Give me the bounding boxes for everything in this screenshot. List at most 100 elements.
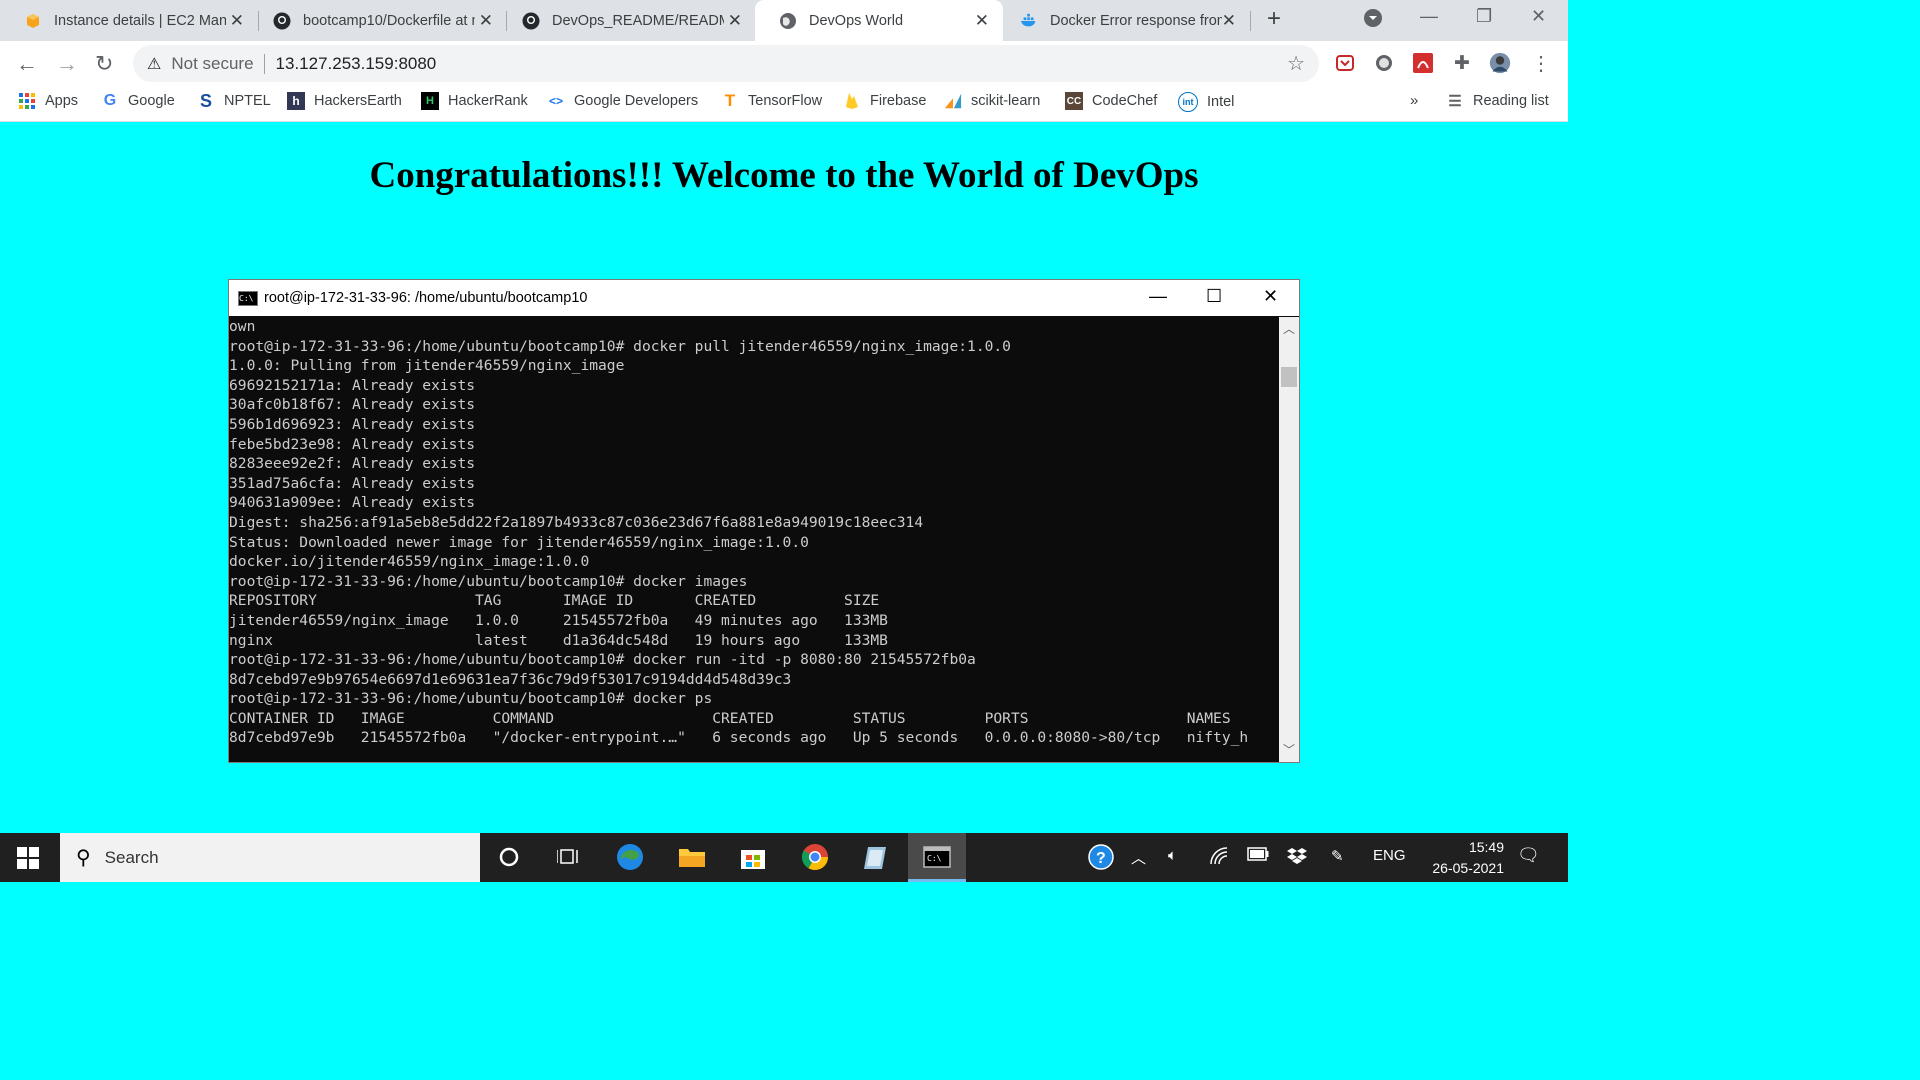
bookmark-hackerrank[interactable]: H HackerRank <box>421 92 528 110</box>
docker-icon <box>1020 12 1038 30</box>
codechef-icon: CC <box>1065 92 1083 110</box>
address-bar[interactable]: ⚠ Not secure 13.127.253.159:8080 ☆ <box>133 45 1319 82</box>
notes-app-icon[interactable] <box>859 840 893 874</box>
tab-devops-readme[interactable]: DevOps_README/README.md ✕ <box>498 0 756 41</box>
close-icon[interactable]: ✕ <box>1222 11 1236 31</box>
svg-text:C:\: C:\ <box>927 854 942 863</box>
bookmark-tensorflow[interactable]: T TensorFlow <box>721 91 822 110</box>
file-explorer-icon[interactable] <box>675 840 709 874</box>
command-prompt-icon[interactable]: C:\ <box>920 840 954 874</box>
hackerearth-icon: h <box>287 92 305 110</box>
bookmarks-overflow-button[interactable]: » <box>1410 92 1418 109</box>
start-windows-icon[interactable] <box>17 847 39 869</box>
reading-list-button[interactable]: ☰ Reading list <box>1446 92 1549 110</box>
terminal-line: 351ad75a6cfa: Already exists <box>229 474 476 492</box>
terminal-maximize-button[interactable]: ☐ <box>1206 286 1222 307</box>
microsoft-store-icon[interactable] <box>736 840 770 874</box>
bookmark-label: Google Developers <box>574 93 699 109</box>
terminal-close-button[interactable]: ✕ <box>1263 286 1278 307</box>
wifi-icon[interactable] <box>1209 847 1229 869</box>
tab-bootcamp10-dockerfile[interactable]: bootcamp10/Dockerfile at main ✕ <box>249 0 507 41</box>
bookmark-label: HackersEarth <box>314 93 402 109</box>
scroll-down-arrow-icon[interactable]: ﹀ <box>1283 741 1295 758</box>
security-status[interactable]: Not secure <box>171 54 253 74</box>
bookmark-hackersearth[interactable]: h HackersEarth <box>287 92 402 110</box>
close-window-button[interactable]: ✕ <box>1531 6 1546 27</box>
menu-kebab-icon[interactable]: ⋮ <box>1530 52 1552 75</box>
scroll-up-arrow-icon[interactable]: ︿ <box>1283 320 1295 337</box>
url-text[interactable]: 13.127.253.159:8080 <box>276 54 437 74</box>
terminal-line: 8d7cebd97e9b 21545572fb0a "/docker-entry… <box>229 729 1249 747</box>
address-divider <box>263 53 265 74</box>
taskbar-search-box[interactable]: ⚲ Search <box>60 833 480 882</box>
volume-icon[interactable]: 🔈︎ <box>1168 847 1177 864</box>
dropbox-icon[interactable] <box>1287 847 1307 869</box>
tab-divider <box>1250 11 1251 31</box>
close-icon[interactable]: ✕ <box>479 11 493 31</box>
svg-text:?: ? <box>1096 850 1106 867</box>
terminal-output[interactable]: own root@ip-172-31-33-96:/home/ubuntu/boo… <box>229 317 1279 762</box>
apps-grid-icon <box>18 92 36 110</box>
bookmark-label: scikit-learn <box>971 93 1041 109</box>
forward-arrow-icon[interactable]: → <box>56 51 78 77</box>
warning-triangle-icon[interactable]: ⚠ <box>147 54 161 74</box>
battery-icon[interactable] <box>1247 847 1269 865</box>
close-icon[interactable]: ✕ <box>230 11 244 31</box>
terminal-line: 8d7cebd97e9b97654e6697d1e69631ea7f36c79d… <box>229 670 792 688</box>
bookmark-firebase[interactable]: Firebase <box>843 92 926 110</box>
restore-window-button[interactable]: ❐ <box>1476 6 1492 27</box>
close-icon[interactable]: ✕ <box>728 11 742 31</box>
close-icon[interactable]: ✕ <box>975 11 989 31</box>
reload-icon[interactable]: ↻ <box>95 51 113 77</box>
show-hidden-icons-chevron-icon[interactable]: ︿ <box>1131 847 1146 868</box>
terminal-minimize-button[interactable]: — <box>1149 286 1167 307</box>
bookmark-nptel[interactable]: S NPTEL <box>197 91 271 111</box>
bookmark-label: CodeChef <box>1092 93 1158 109</box>
terminal-line: own <box>229 318 256 335</box>
minimize-window-button[interactable]: — <box>1420 6 1438 27</box>
terminal-icon: C:\ <box>238 290 258 306</box>
system-clock[interactable]: 15:49 26-05-2021 <box>1408 837 1504 879</box>
terminal-title-bar[interactable]: C:\ root@ip-172-31-33-96: /home/ubuntu/b… <box>229 280 1299 316</box>
terminal-line: Status: Downloaded newer image for jiten… <box>229 533 809 551</box>
terminal-line: 1.0.0: Pulling from jitender46559/nginx_… <box>229 357 625 375</box>
bookmark-scikit-learn[interactable]: scikit-learn <box>944 92 1040 110</box>
cortana-circle-icon[interactable] <box>492 840 526 874</box>
terminal-scrollbar[interactable]: ︿ ﹀ <box>1279 317 1299 762</box>
terminal-line: CONTAINER ID IMAGE COMMAND CREATED STATU… <box>229 709 1231 727</box>
bookmark-intel[interactable]: int Intel <box>1178 92 1234 112</box>
terminal-line: root@ip-172-31-33-96:/home/ubuntu/bootca… <box>229 690 713 708</box>
new-tab-button[interactable]: + <box>1267 5 1281 33</box>
avatar[interactable] <box>1489 52 1511 74</box>
help-icon[interactable]: ? <box>1088 844 1114 874</box>
extension-circle-icon[interactable] <box>1373 52 1395 74</box>
terminal-window[interactable]: C:\ root@ip-172-31-33-96: /home/ubuntu/b… <box>228 279 1300 763</box>
notifications-icon[interactable]: 🗨︎ <box>1517 845 1540 866</box>
terminal-line: febe5bd23e98: Already exists <box>229 435 476 453</box>
active-app-indicator <box>908 879 966 882</box>
input-language[interactable]: ENG <box>1373 847 1406 864</box>
scrollbar-thumb[interactable] <box>1281 367 1297 387</box>
tab-devops-world[interactable]: DevOps World ✕ <box>755 0 1003 41</box>
back-arrow-icon[interactable]: ← <box>16 51 38 77</box>
pdf-extension-icon[interactable] <box>1412 52 1434 74</box>
bookmark-codechef[interactable]: CC CodeChef <box>1065 92 1157 110</box>
chrome-icon[interactable] <box>798 840 832 874</box>
bookmark-star-icon[interactable]: ☆ <box>1287 51 1305 76</box>
pen-workspace-icon[interactable]: ✎ <box>1331 847 1344 865</box>
bookmark-apps[interactable]: Apps <box>18 92 78 110</box>
bookmark-google[interactable]: G Google <box>101 92 175 110</box>
tab-ec2-instance-details[interactable]: Instance details | EC2 Management Consol… <box>0 0 258 41</box>
bookmark-label: HackerRank <box>448 93 528 109</box>
tab-docker-error[interactable]: Docker Error response from daemon ✕ <box>996 0 1250 41</box>
bookmark-google-developers[interactable]: <> Google Developers <box>547 92 698 110</box>
tab-title: bootcamp10/Dockerfile at main <box>303 12 475 29</box>
edge-browser-icon[interactable] <box>613 840 647 874</box>
task-view-icon[interactable] <box>551 840 585 874</box>
extensions-puzzle-icon[interactable]: ✚ <box>1451 52 1473 74</box>
pocket-extension-icon[interactable] <box>1334 52 1356 74</box>
terminal-line: Digest: sha256:af91a5eb8e5dd22f2a1897b49… <box>229 513 924 531</box>
tab-search-icon[interactable] <box>1363 8 1383 33</box>
bookmark-label: Firebase <box>870 93 927 109</box>
tab-title: DevOps_README/README.md <box>552 12 724 29</box>
